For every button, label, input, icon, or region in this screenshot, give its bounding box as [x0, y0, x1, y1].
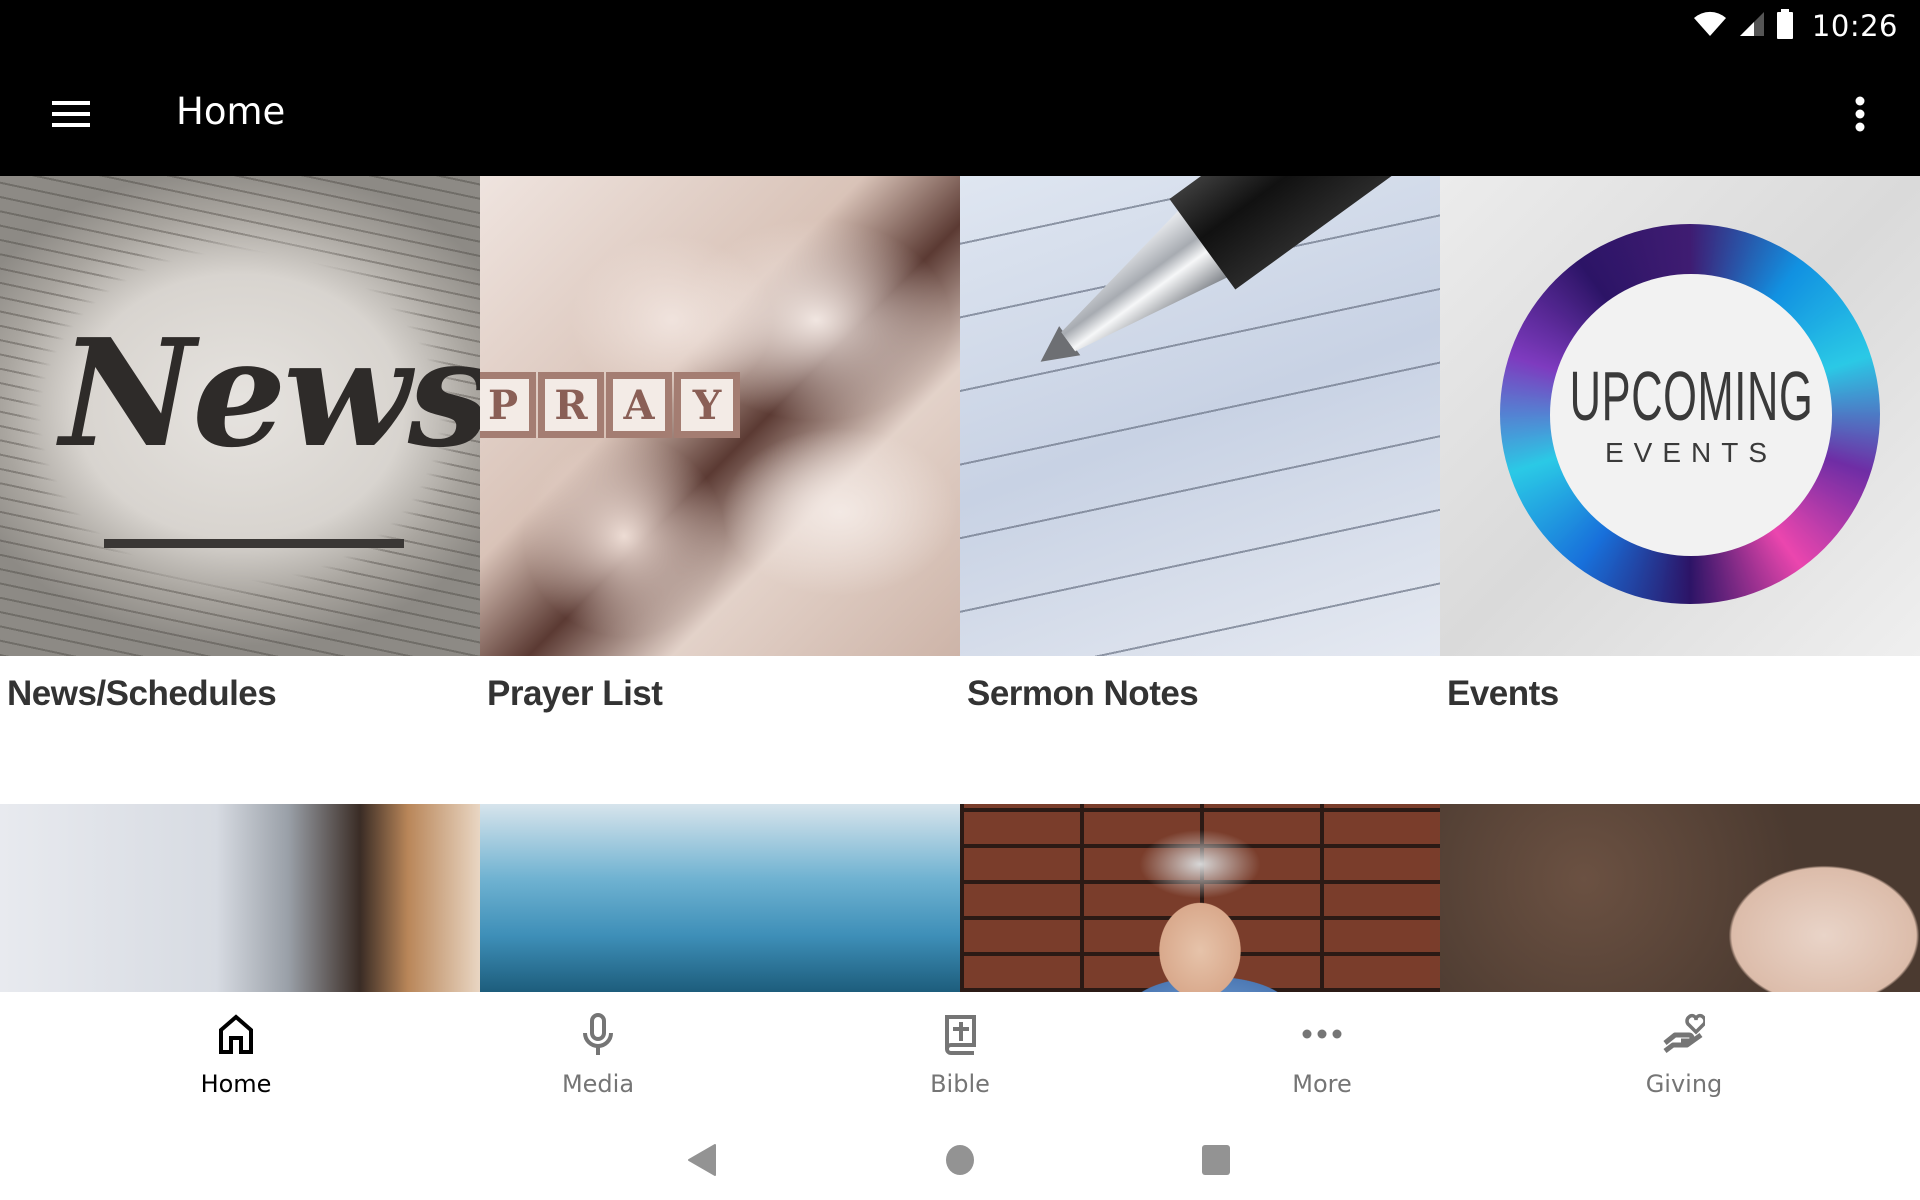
tile-news-schedules[interactable]: News News/Schedules [0, 176, 480, 804]
news-image-text: News [60, 306, 480, 480]
nav-item-giving[interactable]: Giving [1564, 992, 1804, 1110]
status-icons: 10:26 [1692, 8, 1898, 44]
nav-label: Giving [1645, 1070, 1723, 1098]
tile-image [1440, 804, 1920, 992]
tile-events[interactable]: UPCOMING EVENTS Events [1440, 176, 1920, 804]
tile-image [480, 804, 960, 992]
back-triangle-icon [687, 1143, 717, 1182]
nav-item-more[interactable]: More [1202, 992, 1442, 1110]
bottom-navigation: Home Media Bible More Giving [0, 992, 1920, 1110]
wifi-icon [1692, 10, 1728, 43]
letter-block: R [538, 372, 604, 438]
status-time: 10:26 [1811, 9, 1898, 43]
events-badge: UPCOMING EVENTS [1550, 274, 1832, 556]
nav-label: Home [200, 1070, 272, 1098]
events-image: UPCOMING EVENTS [1440, 176, 1920, 656]
tile-caption: Prayer List [487, 674, 663, 713]
nav-label: Media [561, 1070, 635, 1098]
recents-square-icon [1201, 1144, 1231, 1181]
more-horizontal-icon [1298, 1010, 1346, 1058]
news-image: News [0, 176, 480, 656]
system-recents-button[interactable] [1186, 1134, 1246, 1190]
page-title: Home [176, 90, 286, 133]
menu-button[interactable] [40, 86, 104, 146]
tile-image [960, 804, 1440, 992]
tile-row2-4[interactable] [1440, 804, 1920, 992]
status-bar: 10:26 [0, 0, 1920, 54]
tile-caption: Events [1447, 674, 1559, 713]
tile-row2-1[interactable] [0, 804, 480, 992]
tile-row-2 [0, 804, 1920, 992]
pray-blocks: P R A Y [480, 372, 740, 438]
letter-block: A [606, 372, 672, 438]
letter-block: P [480, 372, 536, 438]
system-navigation-bar [0, 1110, 1920, 1200]
tile-caption: News/Schedules [7, 674, 277, 713]
events-image-title: UPCOMING [1569, 357, 1813, 435]
sermon-image [960, 176, 1440, 656]
giving-hand-heart-icon [1660, 1010, 1708, 1058]
tile-caption: Sermon Notes [967, 674, 1199, 713]
cell-signal-icon [1738, 10, 1766, 43]
nav-item-bible[interactable]: Bible [840, 992, 1080, 1110]
tile-sermon-notes[interactable]: Sermon Notes [960, 176, 1440, 804]
system-back-button[interactable] [672, 1134, 732, 1190]
nav-label: Bible [930, 1070, 990, 1098]
microphone-icon [574, 1010, 622, 1058]
bible-icon [936, 1010, 984, 1058]
prayer-image: P R A Y [480, 176, 960, 656]
content-grid: News News/Schedules P R A Y Prayer List [0, 176, 1920, 992]
letter-block: Y [674, 372, 740, 438]
tile-prayer-list[interactable]: P R A Y Prayer List [480, 176, 960, 804]
home-circle-icon [945, 1144, 975, 1181]
system-home-button[interactable] [930, 1134, 990, 1190]
overflow-menu-button[interactable] [1830, 86, 1890, 146]
battery-icon [1776, 8, 1794, 44]
nav-item-media[interactable]: Media [478, 992, 718, 1110]
hamburger-menu-icon [52, 100, 92, 133]
tile-row2-3[interactable] [960, 804, 1440, 992]
events-image-subtitle: EVENTS [1604, 437, 1778, 468]
nav-item-home[interactable]: Home [116, 992, 356, 1110]
tile-image [0, 804, 480, 992]
more-vertical-icon [1854, 96, 1866, 137]
tile-row2-2[interactable] [480, 804, 960, 992]
home-icon [212, 1010, 260, 1058]
tile-row-1: News News/Schedules P R A Y Prayer List [0, 176, 1920, 804]
nav-label: More [1292, 1070, 1352, 1098]
app-bar: Home [0, 54, 1920, 176]
